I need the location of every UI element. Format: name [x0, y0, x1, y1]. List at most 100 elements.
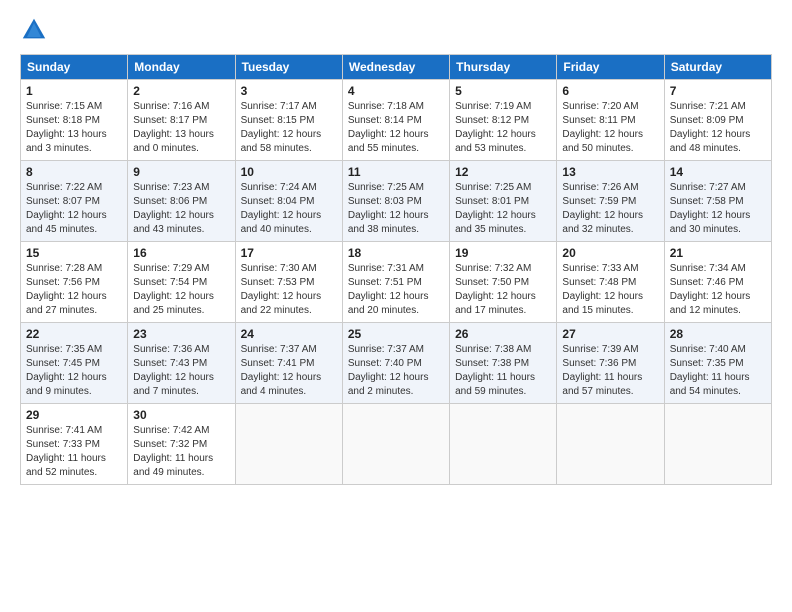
- day-cell-21: 21 Sunrise: 7:34 AM Sunset: 7:46 PM Dayl…: [664, 242, 771, 323]
- day-number: 13: [562, 165, 658, 179]
- sunset: Sunset: 7:54 PM: [133, 277, 207, 288]
- daylight: Daylight: 12 hours and 22 minutes.: [241, 291, 322, 316]
- day-detail: Sunrise: 7:39 AM Sunset: 7:36 PM Dayligh…: [562, 343, 658, 399]
- sunrise: Sunrise: 7:26 AM: [562, 182, 638, 193]
- sunrise: Sunrise: 7:34 AM: [670, 263, 746, 274]
- day-cell-25: 25 Sunrise: 7:37 AM Sunset: 7:40 PM Dayl…: [342, 323, 449, 404]
- sunrise: Sunrise: 7:25 AM: [455, 182, 531, 193]
- empty-cell: [450, 404, 557, 485]
- sunset: Sunset: 8:06 PM: [133, 196, 207, 207]
- daylight: Daylight: 12 hours and 32 minutes.: [562, 210, 643, 235]
- day-cell-2: 2 Sunrise: 7:16 AM Sunset: 8:17 PM Dayli…: [128, 80, 235, 161]
- day-detail: Sunrise: 7:22 AM Sunset: 8:07 PM Dayligh…: [26, 181, 122, 237]
- sunset: Sunset: 8:04 PM: [241, 196, 315, 207]
- daylight: Daylight: 12 hours and 9 minutes.: [26, 372, 107, 397]
- daylight: Daylight: 11 hours and 59 minutes.: [455, 372, 535, 397]
- daylight: Daylight: 12 hours and 4 minutes.: [241, 372, 322, 397]
- daylight: Daylight: 12 hours and 7 minutes.: [133, 372, 214, 397]
- day-detail: Sunrise: 7:24 AM Sunset: 8:04 PM Dayligh…: [241, 181, 337, 237]
- day-number: 19: [455, 246, 551, 260]
- sunset: Sunset: 7:43 PM: [133, 358, 207, 369]
- sunrise: Sunrise: 7:15 AM: [26, 101, 102, 112]
- daylight: Daylight: 12 hours and 15 minutes.: [562, 291, 643, 316]
- calendar-weekday-friday: Friday: [557, 55, 664, 80]
- day-number: 2: [133, 84, 229, 98]
- day-number: 15: [26, 246, 122, 260]
- sunset: Sunset: 7:33 PM: [26, 439, 100, 450]
- day-cell-18: 18 Sunrise: 7:31 AM Sunset: 7:51 PM Dayl…: [342, 242, 449, 323]
- daylight: Daylight: 12 hours and 38 minutes.: [348, 210, 429, 235]
- daylight: Daylight: 12 hours and 35 minutes.: [455, 210, 536, 235]
- day-cell-9: 9 Sunrise: 7:23 AM Sunset: 8:06 PM Dayli…: [128, 161, 235, 242]
- daylight: Daylight: 12 hours and 17 minutes.: [455, 291, 536, 316]
- day-detail: Sunrise: 7:25 AM Sunset: 8:01 PM Dayligh…: [455, 181, 551, 237]
- day-detail: Sunrise: 7:29 AM Sunset: 7:54 PM Dayligh…: [133, 262, 229, 318]
- logo: [20, 16, 52, 44]
- daylight: Daylight: 12 hours and 45 minutes.: [26, 210, 107, 235]
- sunrise: Sunrise: 7:31 AM: [348, 263, 424, 274]
- page: SundayMondayTuesdayWednesdayThursdayFrid…: [0, 0, 792, 612]
- sunset: Sunset: 7:41 PM: [241, 358, 315, 369]
- day-cell-29: 29 Sunrise: 7:41 AM Sunset: 7:33 PM Dayl…: [21, 404, 128, 485]
- day-cell-23: 23 Sunrise: 7:36 AM Sunset: 7:43 PM Dayl…: [128, 323, 235, 404]
- sunset: Sunset: 7:50 PM: [455, 277, 529, 288]
- calendar-table: SundayMondayTuesdayWednesdayThursdayFrid…: [20, 54, 772, 485]
- sunset: Sunset: 8:03 PM: [348, 196, 422, 207]
- sunrise: Sunrise: 7:33 AM: [562, 263, 638, 274]
- sunset: Sunset: 7:56 PM: [26, 277, 100, 288]
- sunset: Sunset: 7:53 PM: [241, 277, 315, 288]
- day-number: 6: [562, 84, 658, 98]
- daylight: Daylight: 13 hours and 3 minutes.: [26, 129, 107, 154]
- day-number: 29: [26, 408, 122, 422]
- day-number: 20: [562, 246, 658, 260]
- day-detail: Sunrise: 7:20 AM Sunset: 8:11 PM Dayligh…: [562, 100, 658, 156]
- sunset: Sunset: 7:59 PM: [562, 196, 636, 207]
- daylight: Daylight: 12 hours and 2 minutes.: [348, 372, 429, 397]
- sunrise: Sunrise: 7:27 AM: [670, 182, 746, 193]
- day-cell-13: 13 Sunrise: 7:26 AM Sunset: 7:59 PM Dayl…: [557, 161, 664, 242]
- day-detail: Sunrise: 7:31 AM Sunset: 7:51 PM Dayligh…: [348, 262, 444, 318]
- daylight: Daylight: 12 hours and 27 minutes.: [26, 291, 107, 316]
- day-cell-14: 14 Sunrise: 7:27 AM Sunset: 7:58 PM Dayl…: [664, 161, 771, 242]
- daylight: Daylight: 12 hours and 50 minutes.: [562, 129, 643, 154]
- day-number: 10: [241, 165, 337, 179]
- day-detail: Sunrise: 7:25 AM Sunset: 8:03 PM Dayligh…: [348, 181, 444, 237]
- day-number: 3: [241, 84, 337, 98]
- day-number: 23: [133, 327, 229, 341]
- calendar-body: 1 Sunrise: 7:15 AM Sunset: 8:18 PM Dayli…: [21, 80, 772, 485]
- day-number: 4: [348, 84, 444, 98]
- sunrise: Sunrise: 7:30 AM: [241, 263, 317, 274]
- day-cell-4: 4 Sunrise: 7:18 AM Sunset: 8:14 PM Dayli…: [342, 80, 449, 161]
- day-detail: Sunrise: 7:41 AM Sunset: 7:33 PM Dayligh…: [26, 424, 122, 480]
- day-number: 7: [670, 84, 766, 98]
- empty-cell: [235, 404, 342, 485]
- day-detail: Sunrise: 7:36 AM Sunset: 7:43 PM Dayligh…: [133, 343, 229, 399]
- daylight: Daylight: 12 hours and 30 minutes.: [670, 210, 751, 235]
- day-cell-8: 8 Sunrise: 7:22 AM Sunset: 8:07 PM Dayli…: [21, 161, 128, 242]
- sunrise: Sunrise: 7:40 AM: [670, 344, 746, 355]
- daylight: Daylight: 11 hours and 54 minutes.: [670, 372, 750, 397]
- day-number: 25: [348, 327, 444, 341]
- calendar-header-row: SundayMondayTuesdayWednesdayThursdayFrid…: [21, 55, 772, 80]
- day-detail: Sunrise: 7:37 AM Sunset: 7:40 PM Dayligh…: [348, 343, 444, 399]
- sunrise: Sunrise: 7:25 AM: [348, 182, 424, 193]
- sunrise: Sunrise: 7:16 AM: [133, 101, 209, 112]
- sunset: Sunset: 7:45 PM: [26, 358, 100, 369]
- daylight: Daylight: 13 hours and 0 minutes.: [133, 129, 214, 154]
- sunset: Sunset: 8:18 PM: [26, 115, 100, 126]
- sunrise: Sunrise: 7:22 AM: [26, 182, 102, 193]
- day-detail: Sunrise: 7:33 AM Sunset: 7:48 PM Dayligh…: [562, 262, 658, 318]
- daylight: Daylight: 11 hours and 57 minutes.: [562, 372, 642, 397]
- sunrise: Sunrise: 7:29 AM: [133, 263, 209, 274]
- calendar-weekday-saturday: Saturday: [664, 55, 771, 80]
- sunset: Sunset: 7:40 PM: [348, 358, 422, 369]
- empty-cell: [342, 404, 449, 485]
- sunrise: Sunrise: 7:23 AM: [133, 182, 209, 193]
- sunset: Sunset: 8:15 PM: [241, 115, 315, 126]
- calendar-weekday-sunday: Sunday: [21, 55, 128, 80]
- daylight: Daylight: 12 hours and 55 minutes.: [348, 129, 429, 154]
- sunrise: Sunrise: 7:18 AM: [348, 101, 424, 112]
- day-cell-24: 24 Sunrise: 7:37 AM Sunset: 7:41 PM Dayl…: [235, 323, 342, 404]
- sunrise: Sunrise: 7:37 AM: [348, 344, 424, 355]
- day-cell-22: 22 Sunrise: 7:35 AM Sunset: 7:45 PM Dayl…: [21, 323, 128, 404]
